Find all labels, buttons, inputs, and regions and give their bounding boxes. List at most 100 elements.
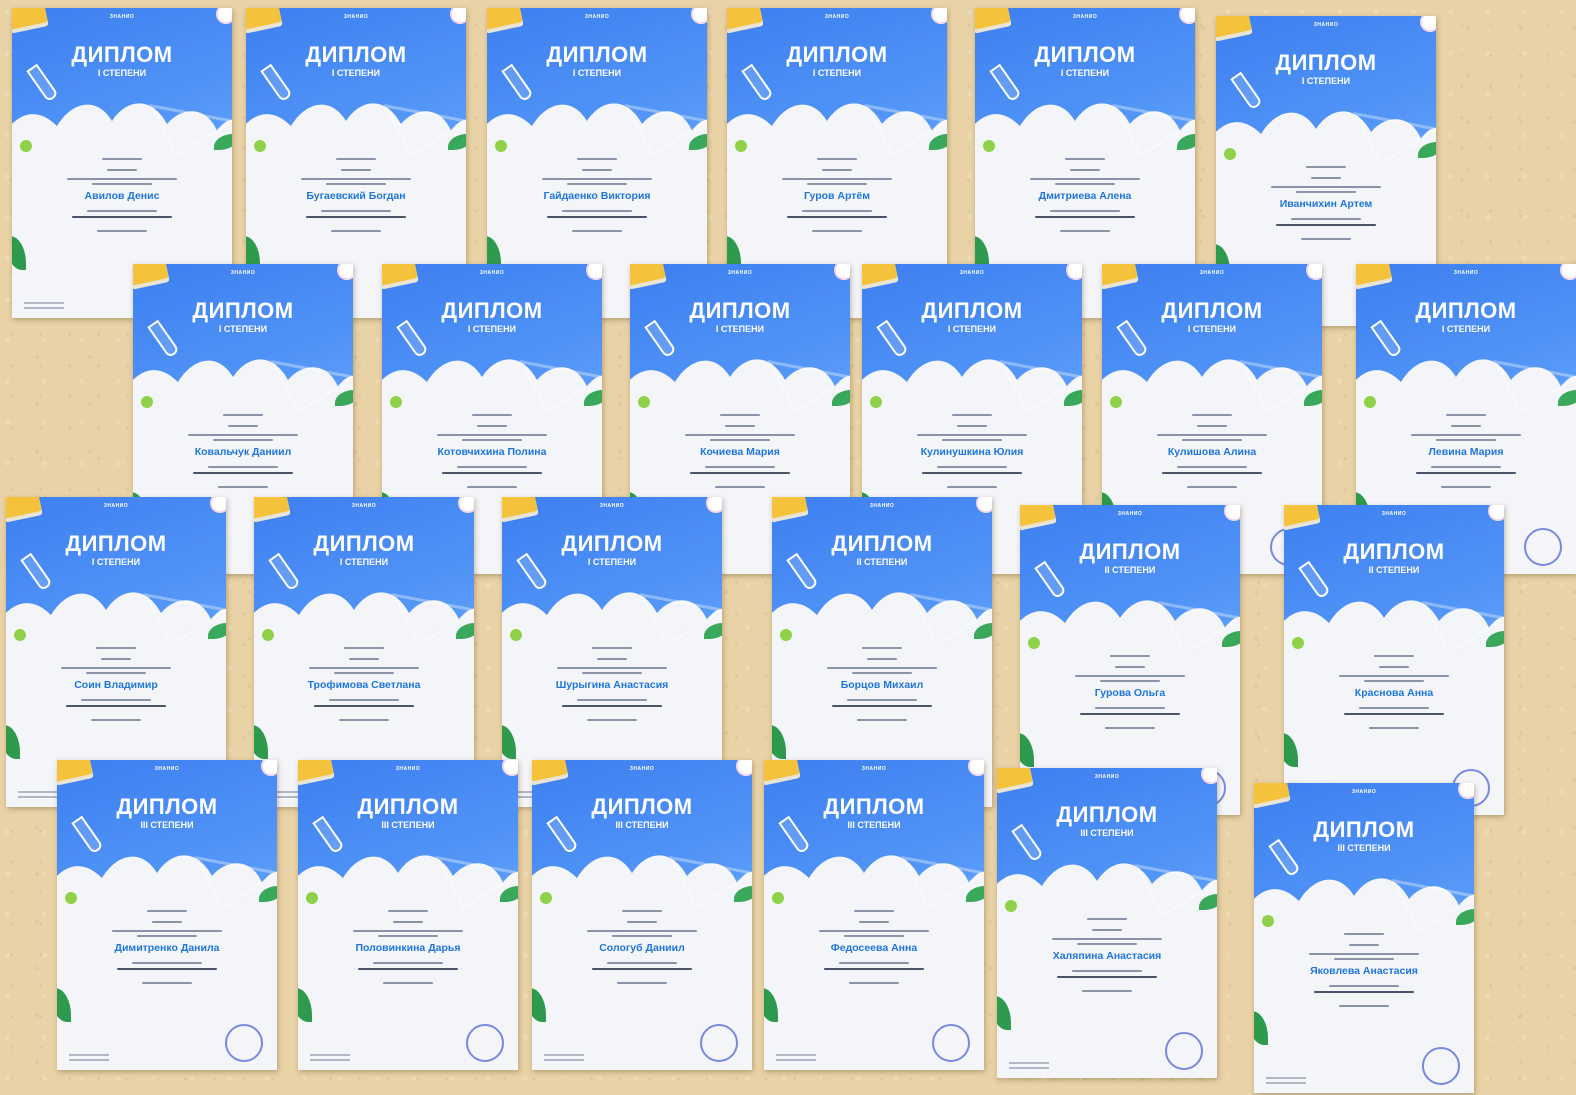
text-line	[1182, 439, 1242, 441]
text-line	[817, 158, 857, 160]
diploma-title: ДИПЛОМ	[591, 794, 693, 819]
apple-icon	[870, 396, 882, 408]
diploma-degree: I СТЕПЕНИ	[1187, 324, 1237, 334]
text-line	[208, 466, 278, 468]
diploma-title: ДИПЛОМ	[1079, 539, 1181, 564]
recipient-name: Гайдаенко Виктория	[543, 190, 651, 202]
text-line	[832, 705, 932, 707]
text-line	[378, 935, 438, 937]
text-line	[812, 230, 862, 232]
text-line	[331, 230, 381, 232]
recipient-name: Авилов Денис	[84, 190, 160, 202]
diploma-title: ДИПЛОМ	[1313, 817, 1415, 842]
diploma-title: ДИПЛОМ	[65, 531, 167, 556]
brand-logo: ЗНАНИО	[1351, 789, 1377, 795]
recipient-name: Краснова Анна	[1354, 687, 1434, 699]
text-line	[1030, 178, 1140, 180]
text-line	[1092, 929, 1122, 931]
text-line	[1291, 218, 1361, 220]
diploma-title: ДИПЛОМ	[313, 531, 415, 556]
text-line	[349, 658, 379, 660]
diploma-title: ДИПЛОМ	[561, 531, 663, 556]
text-line	[1100, 680, 1160, 682]
text-line	[1446, 414, 1486, 416]
text-line	[112, 930, 222, 932]
apple-icon	[1028, 637, 1040, 649]
text-line	[472, 414, 512, 416]
recipient-name: Халяпина Анастасия	[1052, 950, 1162, 962]
text-line	[1115, 666, 1145, 668]
text-line	[1369, 727, 1419, 729]
text-line	[373, 962, 443, 964]
text-line	[582, 169, 612, 171]
text-line	[562, 210, 632, 212]
text-line	[859, 921, 889, 923]
text-line	[957, 425, 987, 427]
text-line	[1364, 680, 1424, 682]
apple-icon	[735, 140, 747, 152]
text-line	[1157, 434, 1267, 436]
diploma-title: ДИПЛОМ	[357, 794, 459, 819]
text-line	[715, 486, 765, 488]
text-line	[824, 968, 924, 970]
footer-lines	[1266, 1077, 1306, 1079]
diploma-card-20: ЗНАНИО ДИПЛОМ III СТЕПЕНИ Половинкина Да…	[298, 760, 518, 1070]
apple-icon	[1292, 637, 1304, 649]
diploma-title: ДИПЛОМ	[546, 42, 648, 67]
apple-icon	[306, 892, 318, 904]
text-line	[1065, 158, 1105, 160]
apple-icon	[983, 140, 995, 152]
text-line	[942, 439, 1002, 441]
apple-icon	[1005, 900, 1017, 912]
footer-lines	[1009, 1062, 1049, 1064]
apple-icon	[780, 629, 792, 641]
text-line	[1301, 238, 1351, 240]
text-line	[1416, 472, 1516, 474]
recipient-name: Дмитриева Алена	[1038, 190, 1132, 202]
text-line	[326, 183, 386, 185]
brand-logo: ЗНАНИО	[230, 270, 256, 276]
diploma-degree: III СТЕПЕНИ	[847, 820, 901, 830]
text-line	[1431, 466, 1501, 468]
apple-icon	[1364, 396, 1376, 408]
diploma-card-18: ЗНАНИО ДИПЛОМ II СТЕПЕНИ Краснова Анна	[1284, 505, 1504, 815]
text-line	[81, 699, 151, 701]
text-line	[437, 434, 547, 436]
brand-logo: ЗНАНИО	[824, 14, 850, 20]
text-line	[1070, 169, 1100, 171]
diploma-title: ДИПЛОМ	[71, 42, 173, 67]
text-line	[339, 719, 389, 721]
diploma-title: ДИПЛОМ	[1161, 298, 1263, 323]
text-line	[147, 910, 187, 912]
seal-stamp	[466, 1024, 504, 1062]
recipient-name: Борцов Михаил	[840, 679, 924, 691]
text-line	[344, 647, 384, 649]
text-line	[101, 658, 131, 660]
text-line	[685, 434, 795, 436]
apple-icon	[540, 892, 552, 904]
text-line	[862, 647, 902, 649]
diploma-title: ДИПЛОМ	[1343, 539, 1445, 564]
text-line	[1411, 434, 1521, 436]
text-line	[321, 210, 391, 212]
text-line	[587, 930, 697, 932]
text-line	[827, 667, 937, 669]
text-line	[617, 982, 667, 984]
leaf-icon	[298, 988, 312, 1022]
recipient-name: Шурыгина Анастасия	[555, 679, 669, 691]
recipient-name: Гуров Артём	[803, 190, 871, 202]
diploma-title: ДИПЛОМ	[689, 298, 791, 323]
apple-icon	[510, 629, 522, 641]
text-line	[353, 930, 463, 932]
text-line	[1339, 1005, 1389, 1007]
text-line	[1105, 727, 1155, 729]
footer-lines	[544, 1054, 584, 1056]
text-line	[592, 968, 692, 970]
recipient-name: Яковлева Анастасия	[1310, 965, 1418, 977]
text-line	[937, 466, 1007, 468]
diploma-card-24: ЗНАНИО ДИПЛОМ III СТЕПЕНИ Яковлева Анаст…	[1254, 783, 1474, 1093]
text-line	[1271, 186, 1381, 188]
text-line	[1349, 944, 1379, 946]
text-line	[1441, 486, 1491, 488]
text-line	[1314, 991, 1414, 993]
